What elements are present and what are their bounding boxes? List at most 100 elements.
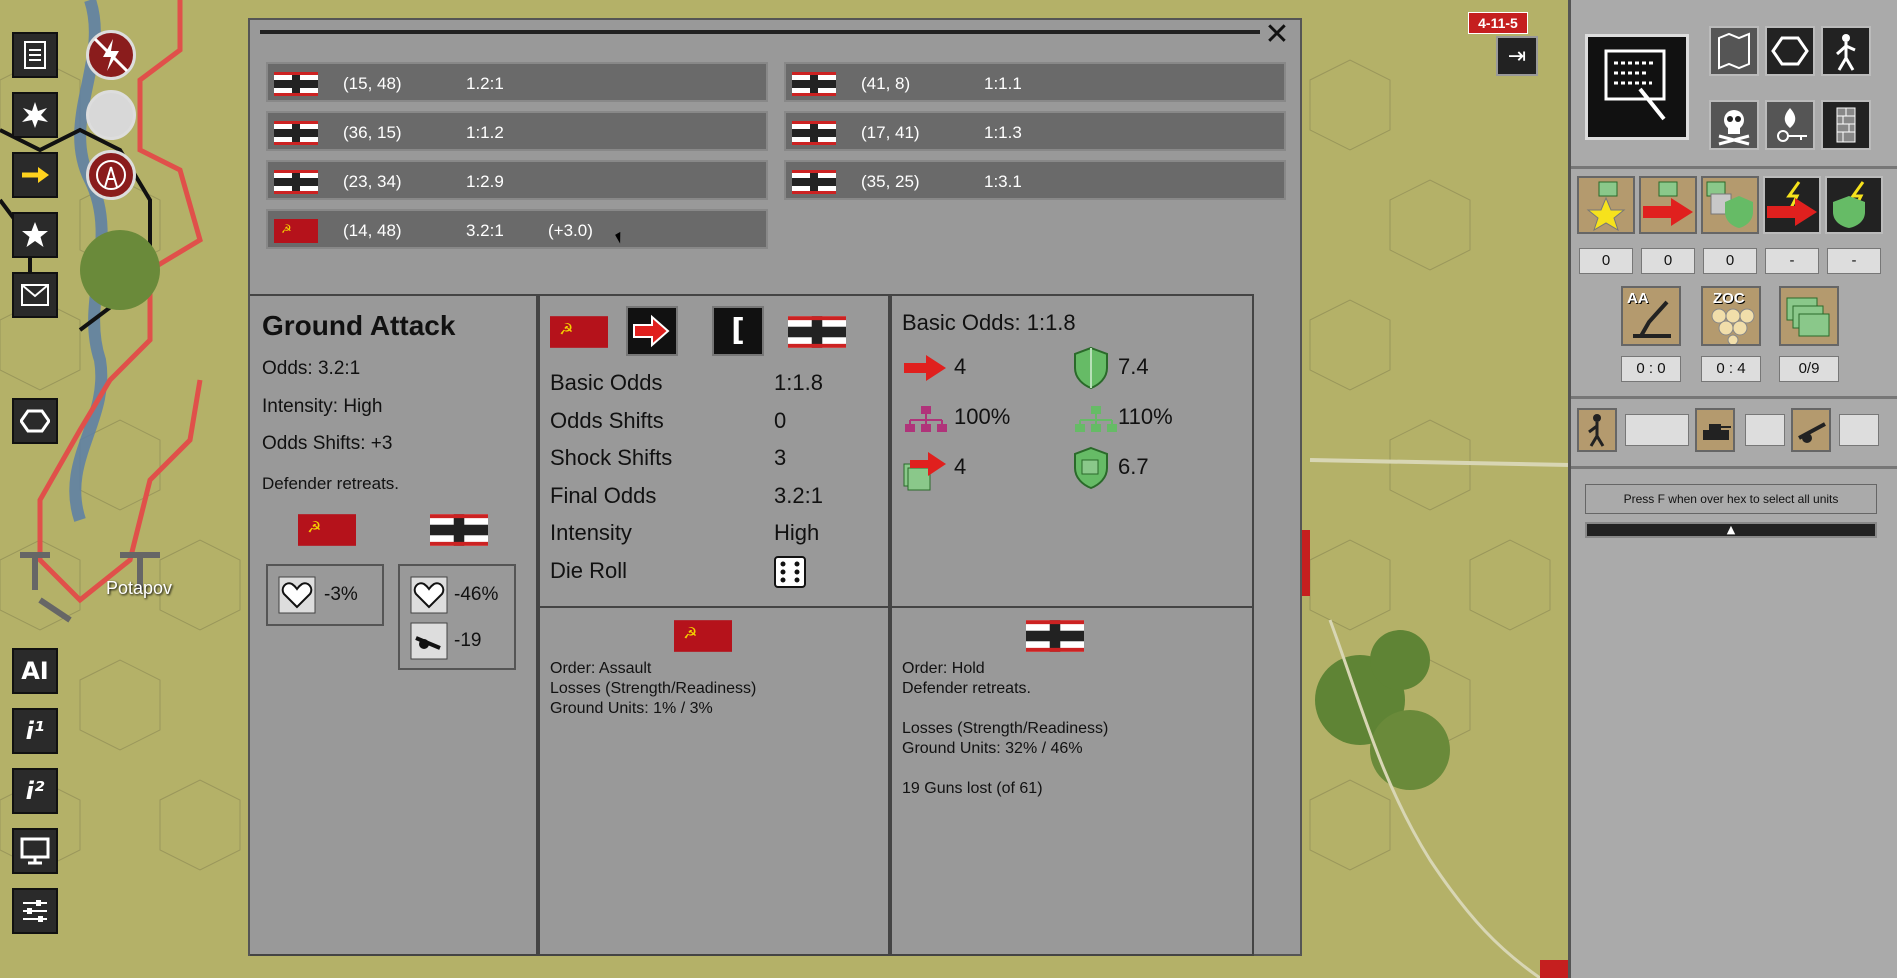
hex-coordinate: (35, 25): [861, 172, 920, 191]
list-item[interactable]: (35, 25) 1:3.1: [784, 160, 1286, 200]
defender-losses-box: -46% -19: [398, 564, 516, 670]
german-flag-icon: [1026, 620, 1084, 652]
star-supply-icon[interactable]: [1577, 176, 1635, 234]
shock-defense-icon[interactable]: [1825, 176, 1883, 234]
wall-icon[interactable]: [1821, 100, 1871, 150]
odds-value: 1.2:1: [466, 74, 504, 93]
fire-key-icon[interactable]: [1765, 100, 1815, 150]
no-lightning-icon[interactable]: [86, 30, 136, 80]
calc-value-shock-shifts: 3: [774, 445, 787, 470]
calc-label-die-roll: Die Roll: [550, 558, 628, 583]
list-item[interactable]: (17, 41) 1:1.3: [784, 111, 1286, 151]
shock-attack-icon[interactable]: [1763, 176, 1821, 234]
sidebar-divider: [1571, 166, 1897, 169]
explosion-icon[interactable]: [12, 92, 58, 138]
zoc-label: ZOC: [1713, 290, 1745, 307]
summary-panel: Ground Attack Odds: 3.2:1 Intensity: Hig…: [250, 294, 538, 956]
exit-icon[interactable]: ⇥: [1496, 36, 1538, 76]
svg-text:☭: ☭: [683, 624, 697, 643]
list-item[interactable]: (36, 15) 1:1.2: [266, 111, 768, 151]
unit-strength-badge[interactable]: 4-11-5: [1468, 12, 1528, 34]
defender-org-icon: [1075, 406, 1117, 432]
svg-text:☭: ☭: [307, 518, 321, 537]
calc-value-intensity: High: [774, 520, 820, 545]
skull-icon[interactable]: [1709, 100, 1759, 150]
sidebar-divider: [1571, 466, 1897, 469]
attacker-losses-box: -3%: [266, 564, 384, 626]
minimap-button[interactable]: [1585, 34, 1689, 140]
defender-report-panel: Order: Hold Defender retreats. Losses (S…: [890, 606, 1254, 956]
artillery-filter-icon[interactable]: [1791, 408, 1831, 452]
infantry-filter-field[interactable]: [1625, 414, 1689, 446]
infantry-filter-icon[interactable]: [1577, 408, 1617, 452]
list-item[interactable]: ☭ (14, 48) 3.2:1 (+3.0): [266, 209, 768, 249]
move-arrow-icon[interactable]: [12, 152, 58, 198]
german-flag-icon: [274, 72, 318, 96]
document-icon[interactable]: [12, 32, 58, 78]
summary-title: Ground Attack: [262, 310, 456, 341]
calc-value-odds-shifts: 0: [774, 408, 787, 433]
odds-calculation-panel: ☭ [ Basic Odds Odds Shifts Shock Shifts …: [538, 294, 890, 608]
hex-icon[interactable]: [1765, 26, 1815, 76]
counter-value: -: [1827, 248, 1881, 274]
stats-defense-value: 7.4: [1118, 354, 1149, 379]
settings-sliders-icon[interactable]: [12, 888, 58, 934]
hex-coordinate: (23, 34): [343, 172, 402, 191]
report-cursor-icon: [1604, 49, 1666, 121]
hex-coordinate: (15, 48): [343, 74, 402, 93]
list-item[interactable]: (23, 34) 1:2.9: [266, 160, 768, 200]
map-icon[interactable]: [1709, 26, 1759, 76]
soldier-icon[interactable]: [1821, 26, 1871, 76]
counter-value: 0: [1641, 248, 1695, 274]
odds-bonus: (+3.0): [548, 221, 593, 240]
hex-coordinate: (41, 8): [861, 74, 911, 93]
info-2-button[interactable]: i²: [12, 768, 58, 814]
hex-icon[interactable]: [12, 398, 58, 444]
dialog-title-bar[interactable]: [260, 30, 1260, 34]
defender-ground-losses: Ground Units: 32% / 46%: [902, 740, 1083, 757]
defender-order: Order: Hold: [902, 660, 985, 677]
odds-value: 1:1.1: [984, 74, 1022, 93]
summary-odds: Odds: 3.2:1: [262, 358, 361, 379]
info-1-button[interactable]: i¹: [12, 708, 58, 754]
calc-label-odds-shifts: Odds Shifts: [550, 408, 664, 433]
expand-arrow-button[interactable]: ▲: [1585, 522, 1877, 538]
german-flag-icon: [430, 514, 488, 546]
supply-attack-icon[interactable]: [1639, 176, 1697, 234]
combat-dialog: ✕ (15, 48) 1.2:1 (36, 15) 1:1.2 (23, 34)…: [248, 18, 1302, 956]
ai-button[interactable]: AI: [12, 648, 58, 694]
mail-icon[interactable]: [12, 272, 58, 318]
zoc-icon[interactable]: ZOC: [1701, 286, 1761, 346]
defense-shield-icon: [1074, 346, 1108, 390]
soviet-flag-icon: ☭: [674, 620, 732, 652]
radio-tower-icon[interactable]: [86, 150, 136, 200]
list-item[interactable]: (15, 48) 1.2:1: [266, 62, 768, 102]
counter-value: 0: [1579, 248, 1633, 274]
attacker-order: Order: Assault: [550, 660, 652, 677]
tank-filter-icon[interactable]: [1695, 408, 1735, 452]
artillery-filter-field[interactable]: [1839, 414, 1879, 446]
star-icon[interactable]: [12, 212, 58, 258]
summary-result: Defender retreats.: [262, 474, 400, 493]
close-icon[interactable]: ✕: [1262, 20, 1292, 50]
supply-defense-icon[interactable]: [1701, 176, 1759, 234]
aa-ratio: 0 : 0: [1621, 356, 1681, 382]
supply-ratio: 0/9: [1779, 356, 1839, 382]
summary-intensity: Intensity: High: [262, 396, 383, 417]
cloud-icon[interactable]: [86, 90, 136, 140]
supply-stack-icon[interactable]: [1779, 286, 1839, 346]
attacker-supply-icon: [903, 452, 946, 491]
tank-filter-field[interactable]: [1745, 414, 1785, 446]
attacker-ground-losses: Ground Units: 1% / 3%: [550, 700, 713, 717]
calc-label-shock-shifts: Shock Shifts: [550, 445, 673, 470]
hex-coordinate: (17, 41): [861, 123, 920, 142]
monitor-icon[interactable]: [12, 828, 58, 874]
list-item[interactable]: (41, 8) 1:1.1: [784, 62, 1286, 102]
german-flag-icon: [792, 72, 836, 96]
stats-basic-odds: Basic Odds: 1:1.8: [902, 310, 1076, 335]
odds-value: 1:1.3: [984, 123, 1022, 142]
calc-value-final-odds: 3.2:1: [774, 483, 823, 508]
stats-defender-org: 110%: [1118, 404, 1173, 429]
anti-aircraft-icon[interactable]: AA: [1621, 286, 1681, 346]
die-icon: [774, 556, 806, 588]
